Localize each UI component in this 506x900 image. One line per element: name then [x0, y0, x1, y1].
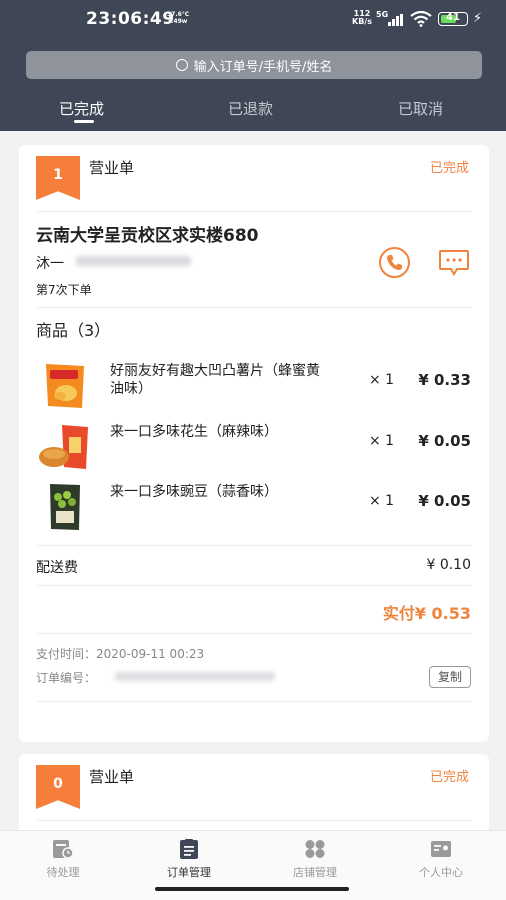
order-card[interactable]: 1 营业单 已完成 云南大学呈贡校区求实楼680 沐一 第7次下单 商品（3） …: [19, 145, 489, 742]
net-speed-unit: KB/s: [352, 17, 372, 26]
phone-icon[interactable]: [379, 247, 410, 278]
order-number-redacted: [115, 672, 275, 681]
list-item: 来一口多味花生（麻辣味） × 1 ¥ 0.05: [19, 421, 489, 475]
tab-refunded[interactable]: 已退款: [228, 98, 273, 119]
divider: [37, 633, 471, 634]
temp-value: 37.6°C: [167, 11, 190, 18]
customer-name: 沐一: [36, 256, 64, 272]
product-image: [36, 421, 94, 473]
nav-profile[interactable]: 个人中心: [378, 831, 504, 887]
nav-label: 个人中心: [419, 866, 463, 879]
item-price: ¥ 0.05: [418, 432, 471, 450]
search-input[interactable]: 输入订单号/手机号/姓名: [26, 51, 482, 79]
tab-completed[interactable]: 已完成: [59, 98, 104, 119]
item-name: 来一口多味豌豆（蒜香味）: [110, 484, 278, 500]
search-placeholder: 输入订单号/手机号/姓名: [193, 59, 333, 75]
divider: [37, 820, 471, 821]
home-indicator: [155, 887, 349, 891]
product-image: [36, 481, 94, 533]
charging-icon: ⚡: [473, 11, 483, 26]
order-card[interactable]: 0 营业单 已完成: [19, 754, 489, 834]
delivery-fee-label: 配送费: [36, 560, 78, 576]
battery-level: 41: [446, 12, 460, 23]
clipboard-icon: [180, 839, 198, 859]
power-value: 1.49w: [167, 18, 188, 25]
divider: [37, 585, 471, 586]
signal-icon: [384, 14, 403, 26]
pending-icon: [53, 840, 74, 859]
goods-title: 商品（3）: [36, 321, 111, 340]
pay-time: 支付时间：2020-09-11 00:23: [36, 647, 205, 661]
total-paid: 实付¥ 0.53: [382, 604, 471, 623]
search-icon: [175, 59, 188, 71]
item-price: ¥ 0.05: [418, 492, 471, 510]
battery-icon: 41: [438, 12, 468, 26]
order-index-badge: 1: [36, 156, 80, 200]
list-item: 来一口多味豌豆（蒜香味） × 1 ¥ 0.05: [19, 481, 489, 535]
order-type: 营业单: [89, 768, 135, 786]
delivery-address: 云南大学呈贡校区求实楼680: [36, 226, 259, 246]
copy-button[interactable]: 复制: [429, 666, 471, 688]
delivery-fee-value: ¥ 0.10: [426, 557, 471, 573]
order-status: 已完成: [429, 770, 469, 785]
nav-pending[interactable]: 待处理: [0, 831, 126, 887]
item-qty: × 1: [369, 372, 395, 388]
list-item: 好丽友好有趣大凹凸薯片（蜂蜜黄油味） × 1 ¥ 0.33: [19, 360, 489, 414]
order-type: 营业单: [89, 159, 135, 177]
divider: [37, 211, 471, 212]
divider: [37, 307, 471, 308]
item-qty: × 1: [369, 493, 395, 509]
store-grid-icon: [305, 840, 325, 858]
customer-phone-redacted: [76, 256, 191, 266]
item-name: 好丽友好有趣大凹凸薯片（蜂蜜黄油味）: [110, 363, 320, 397]
order-status: 已完成: [429, 161, 469, 176]
wifi-icon: [410, 11, 432, 27]
item-price: ¥ 0.33: [418, 371, 471, 389]
nav-store[interactable]: 店铺管理: [252, 831, 378, 887]
temperature-readout: 37.6°C 1.49w: [167, 11, 189, 25]
message-icon[interactable]: [438, 249, 470, 276]
nav-orders[interactable]: 订单管理: [126, 831, 252, 887]
item-name: 来一口多味花生（麻辣味）: [110, 424, 278, 440]
nav-label: 店铺管理: [293, 866, 337, 879]
order-number-label: 订单编号：: [36, 671, 97, 685]
divider: [37, 545, 471, 546]
order-index-badge: 0: [36, 765, 80, 809]
active-tab-indicator: [74, 120, 94, 123]
order-count: 第7次下单: [36, 283, 92, 297]
divider: [37, 701, 471, 702]
profile-card-icon: [431, 841, 451, 857]
status-bar: 23:06:49 37.6°C 1.49w 112 KB/s 5G 41 ⚡: [0, 0, 506, 40]
header: 23:06:49 37.6°C 1.49w 112 KB/s 5G 41 ⚡ 输…: [0, 0, 506, 131]
product-image: [36, 360, 94, 412]
item-qty: × 1: [369, 433, 395, 449]
nav-label: 订单管理: [167, 866, 211, 879]
net-speed: 112 KB/s: [352, 10, 372, 26]
nav-label: 待处理: [46, 866, 80, 879]
clock: 23:06:49: [86, 9, 175, 29]
tab-cancelled[interactable]: 已取消: [398, 98, 443, 119]
